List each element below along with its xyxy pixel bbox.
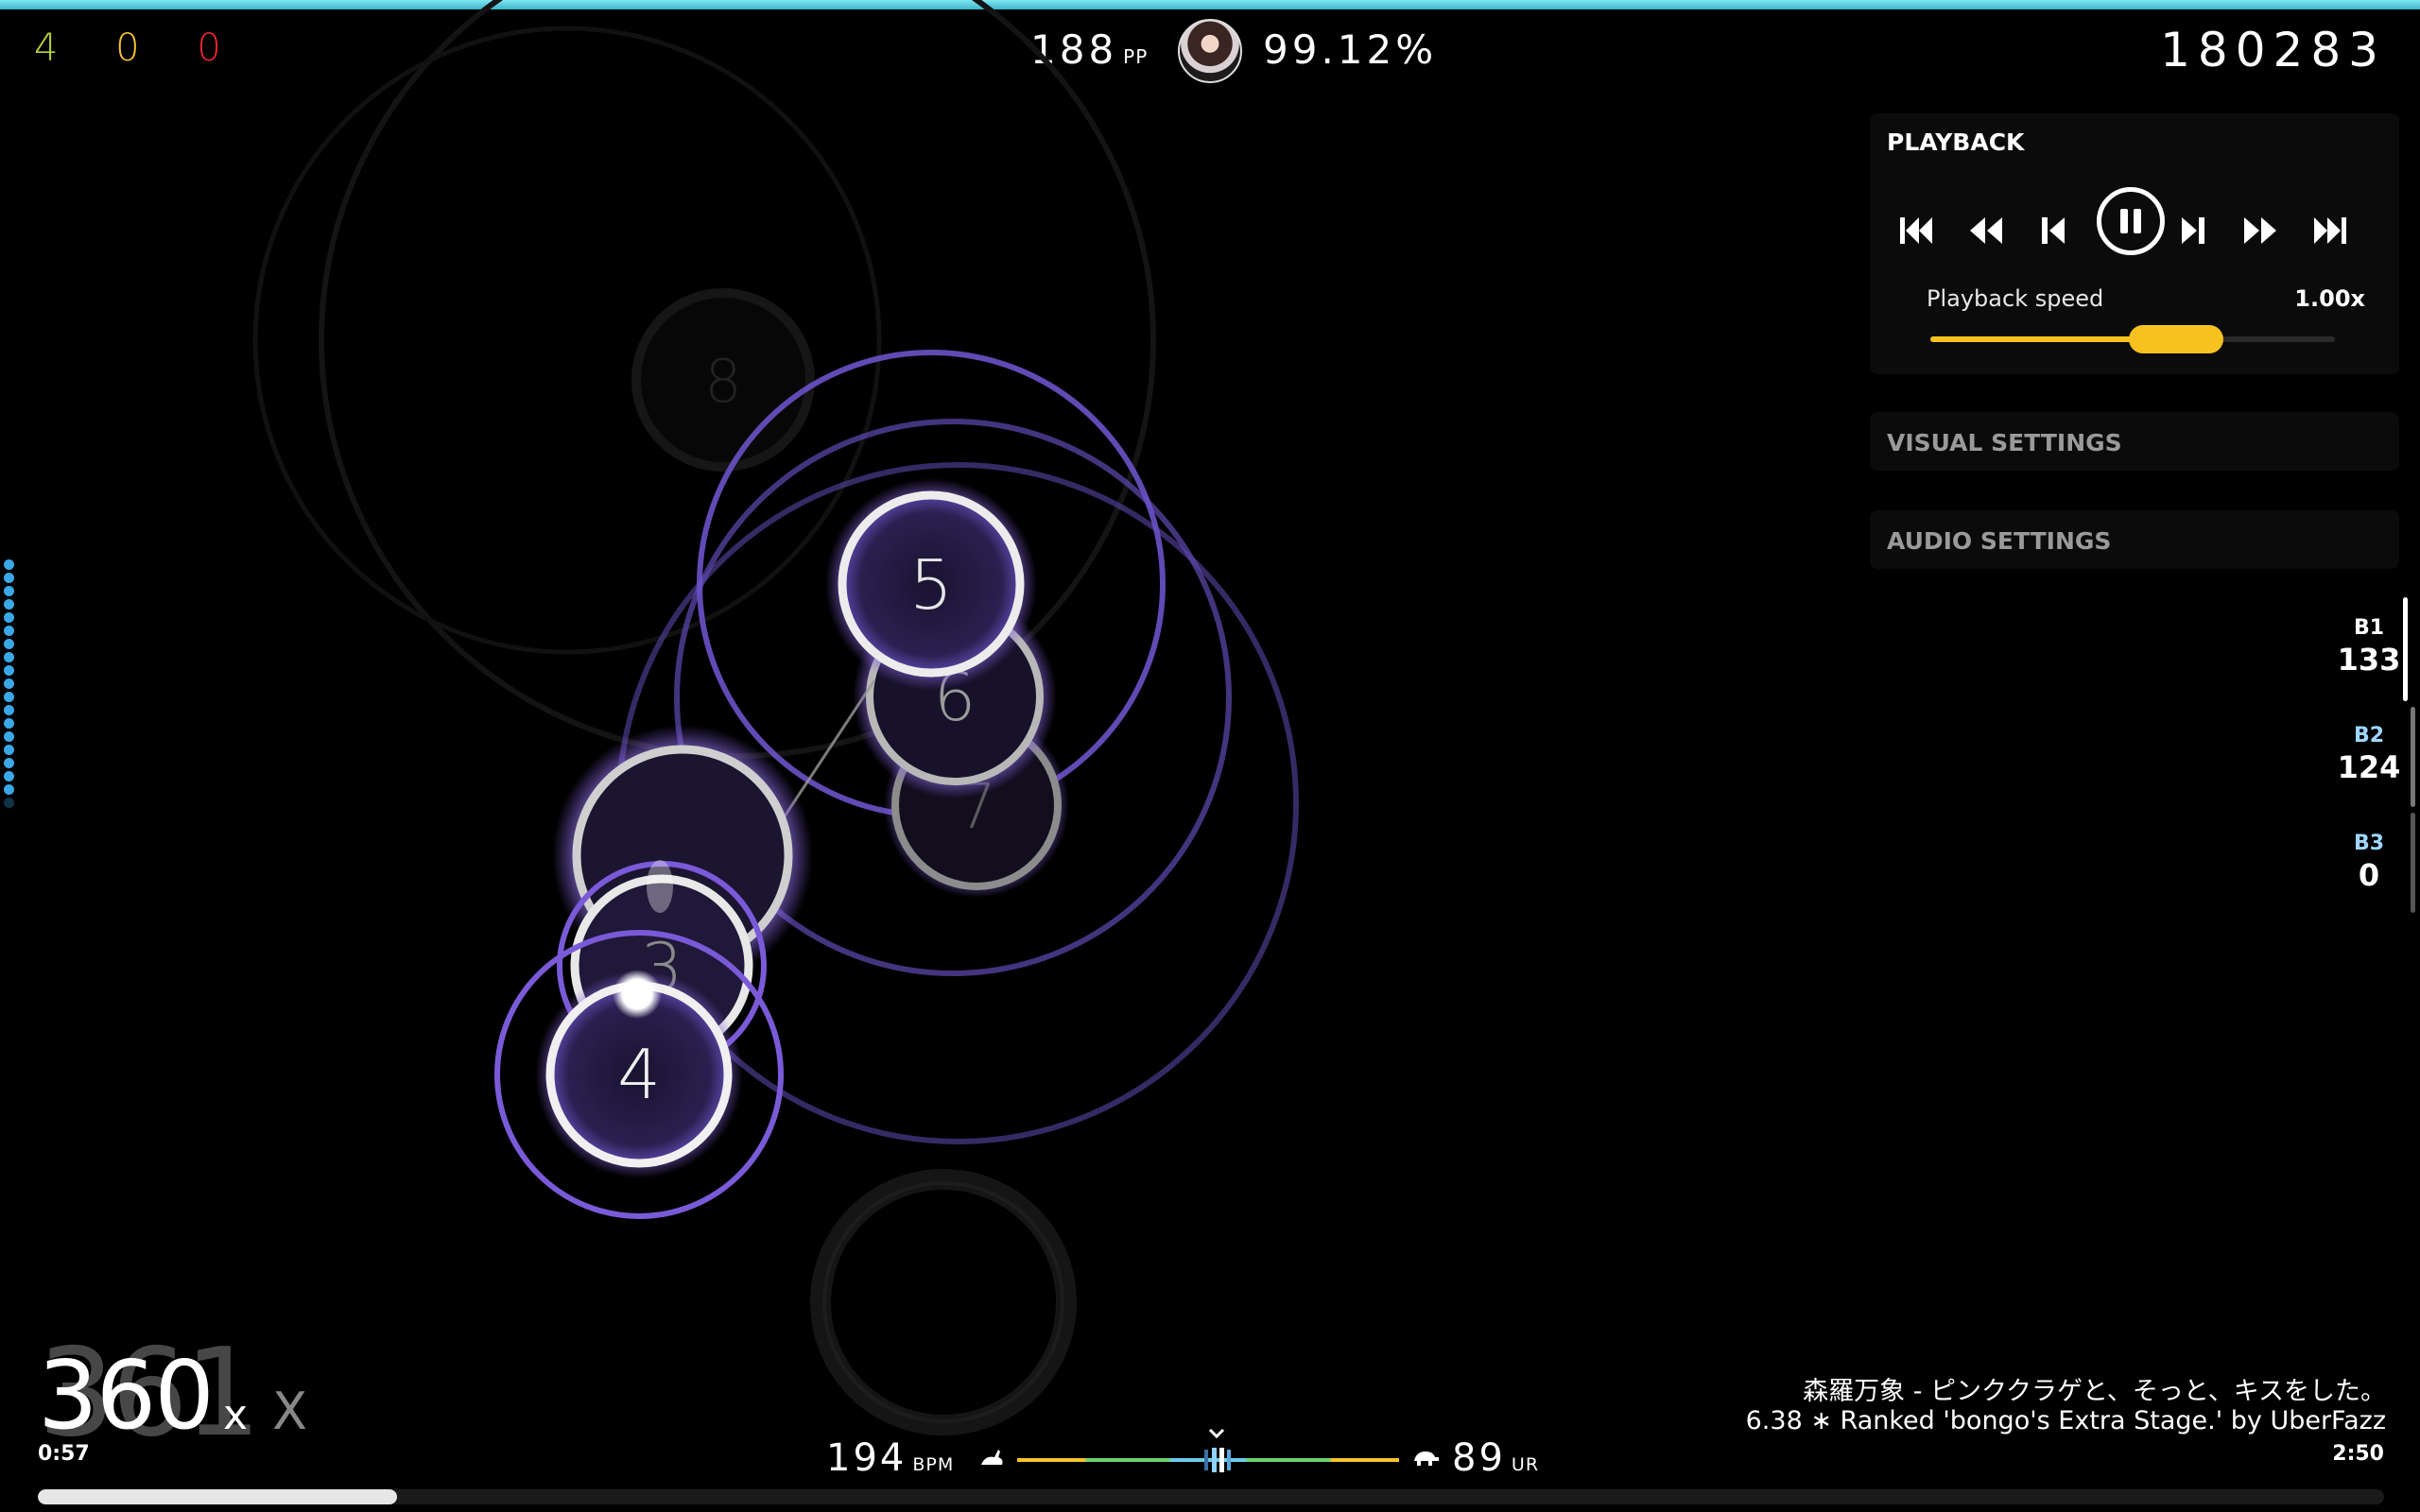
hit-error-ticks <box>1204 1448 1231 1472</box>
fast-forward-icon <box>2244 217 2276 244</box>
health-dot <box>4 639 14 649</box>
skip-to-end-icon <box>2314 217 2346 244</box>
hit-circle-number: 5 <box>909 545 953 625</box>
audio-settings-section[interactable]: AUDIO SETTINGS <box>1870 510 2399 569</box>
step-forward-icon <box>2182 217 2204 244</box>
playback-panel: PLAYBACK Playback speed 1.00x <box>1870 113 2399 374</box>
step-back-icon <box>2042 217 2065 244</box>
bpm-display: 194 BPM <box>826 1436 954 1480</box>
cursor <box>613 970 662 1019</box>
bpm-value: 194 <box>826 1436 908 1480</box>
health-dot <box>4 626 14 636</box>
skip-to-start-icon <box>1900 217 1932 244</box>
song-progress-fill <box>38 1489 397 1504</box>
faded-hit-circle <box>810 1169 1077 1435</box>
combo-suffix-ghost: X <box>272 1382 307 1441</box>
combo-suffix: x <box>223 1391 249 1439</box>
health-dot <box>4 665 14 676</box>
rewind-button[interactable] <box>1962 208 2008 253</box>
health-dot <box>4 692 14 702</box>
faded-hit-circle <box>822 1181 1064 1423</box>
rewind-icon <box>1970 217 2002 244</box>
skip-to-start-button[interactable] <box>1894 208 1940 253</box>
turtle-icon <box>1414 1452 1439 1466</box>
audio-settings-heading: AUDIO SETTINGS <box>1887 527 2112 555</box>
health-dot <box>4 599 14 610</box>
key-count: 133 <box>2337 642 2401 678</box>
key-count: 0 <box>2358 857 2380 893</box>
pause-icon <box>2120 209 2141 233</box>
health-dot <box>4 771 14 782</box>
visual-settings-section[interactable]: VISUAL SETTINGS <box>1870 412 2399 471</box>
visual-settings-heading: VISUAL SETTINGS <box>1887 429 2122 456</box>
key-counter-b2: B2 124 <box>2331 724 2407 785</box>
ur-display: 89 UR <box>1452 1436 1539 1480</box>
time-total: 2:50 <box>2332 1442 2384 1466</box>
health-dot <box>4 798 14 808</box>
time-elapsed: 0:57 <box>38 1442 90 1466</box>
health-dot <box>4 679 14 689</box>
playback-speed-value: 1.00x <box>2294 285 2365 312</box>
song-progress-bar[interactable] <box>38 1489 2384 1504</box>
chevron-down-icon <box>1208 1428 1225 1439</box>
key-counter-b3: B3 0 <box>2331 832 2407 893</box>
hit-circle-number: 8 <box>704 347 741 416</box>
health-dot <box>4 586 14 596</box>
key-label: B3 <box>2353 832 2385 855</box>
hit-circle-number: 4 <box>617 1035 661 1114</box>
playback-speed-handle[interactable] <box>2129 325 2223 353</box>
key-counter-bar <box>2411 707 2415 807</box>
song-difficulty: 6.38 ∗ Ranked 'bongo's Extra Stage.' by … <box>1745 1406 2386 1435</box>
key-count: 124 <box>2337 749 2401 785</box>
health-dot <box>4 652 14 662</box>
health-dot <box>4 705 14 715</box>
health-dot <box>4 612 14 623</box>
health-dot <box>4 731 14 742</box>
health-dot <box>4 573 14 583</box>
playback-title: PLAYBACK <box>1887 129 2025 156</box>
ur-value: 89 <box>1452 1436 1506 1480</box>
health-bar <box>4 559 15 811</box>
fast-forward-button[interactable] <box>2238 208 2284 253</box>
health-dot <box>4 758 14 768</box>
bpm-unit: BPM <box>912 1454 955 1475</box>
rabbit-icon <box>981 1450 1003 1465</box>
song-title: 森羅万象 - ピンククラゲと、そっと、キスをした。 <box>1803 1377 2386 1406</box>
key-counter-bar <box>2411 813 2415 913</box>
playback-speed-fill <box>1930 336 2133 342</box>
cursor-trail <box>647 860 673 913</box>
skip-to-end-button[interactable] <box>2307 208 2352 253</box>
step-forward-button[interactable] <box>2170 208 2216 253</box>
health-dot <box>4 559 14 570</box>
health-dot <box>4 718 14 729</box>
key-label: B1 <box>2353 616 2385 640</box>
health-dot <box>4 745 14 755</box>
step-back-button[interactable] <box>2031 208 2076 253</box>
playback-speed-label: Playback speed <box>1927 285 2104 312</box>
ur-unit: UR <box>1511 1454 1540 1475</box>
pause-button[interactable] <box>2097 187 2165 255</box>
health-dot <box>4 784 14 795</box>
combo-counter: 360 <box>38 1340 215 1451</box>
key-counter-b1: B1 133 <box>2331 616 2407 678</box>
key-label: B2 <box>2353 724 2385 747</box>
playback-speed-slider[interactable] <box>1930 325 2335 353</box>
